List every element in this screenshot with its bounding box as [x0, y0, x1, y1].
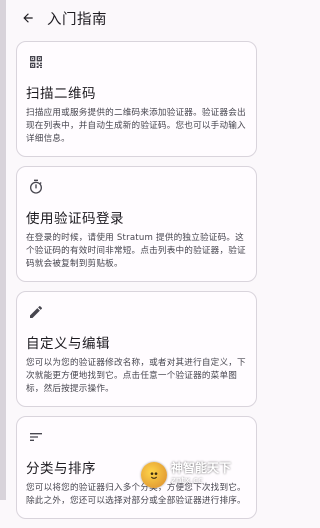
guide-card-customize: 自定义与编辑 您可以为您的验证器修改名称，或者对其进行自定义，下次就能更方便地找… [16, 291, 257, 407]
page-title: 入门指南 [47, 12, 107, 28]
system-edge-strip [0, 0, 6, 500]
guide-list: 扫描二维码 扫描应用或服务提供的二维码来添加验证器。验证器会出现在列表中，并自动… [16, 41, 257, 528]
card-title: 自定义与编辑 [26, 336, 110, 352]
card-body: 扫描应用或服务提供的二维码来添加验证器。验证器会出现在列表中，并自动生成新的验证… [26, 108, 246, 144]
stopwatch-icon [26, 177, 46, 197]
guide-card-login-code: 使用验证码登录 在登录的时候，请使用 Stratum 提供的独立验证码。这个验证… [16, 166, 257, 282]
watermark-brand: 神智能天下 [171, 461, 232, 475]
watermark: 神智能天下 zntx.cc [141, 460, 261, 490]
arrow-back-icon [23, 13, 33, 23]
sort-icon [26, 427, 46, 447]
top-app-bar: 入门指南 [0, 0, 265, 36]
back-button[interactable] [18, 8, 38, 28]
pencil-icon [26, 302, 46, 322]
card-body: 您可以为您的验证器修改名称，或者对其进行自定义，下次就能更方便地找到它。点击任意… [26, 358, 246, 394]
qr-code-icon [26, 52, 46, 72]
card-title: 扫描二维码 [26, 86, 96, 102]
watermark-logo-icon [141, 462, 167, 488]
card-title: 使用验证码登录 [26, 211, 124, 227]
guide-card-scan-qr: 扫描二维码 扫描应用或服务提供的二维码来添加验证器。验证器会出现在列表中，并自动… [16, 41, 257, 157]
card-body: 在登录的时候，请使用 Stratum 提供的独立验证码。这个验证码的有效时间非常… [26, 233, 246, 269]
watermark-url: zntx.cc [171, 476, 204, 486]
